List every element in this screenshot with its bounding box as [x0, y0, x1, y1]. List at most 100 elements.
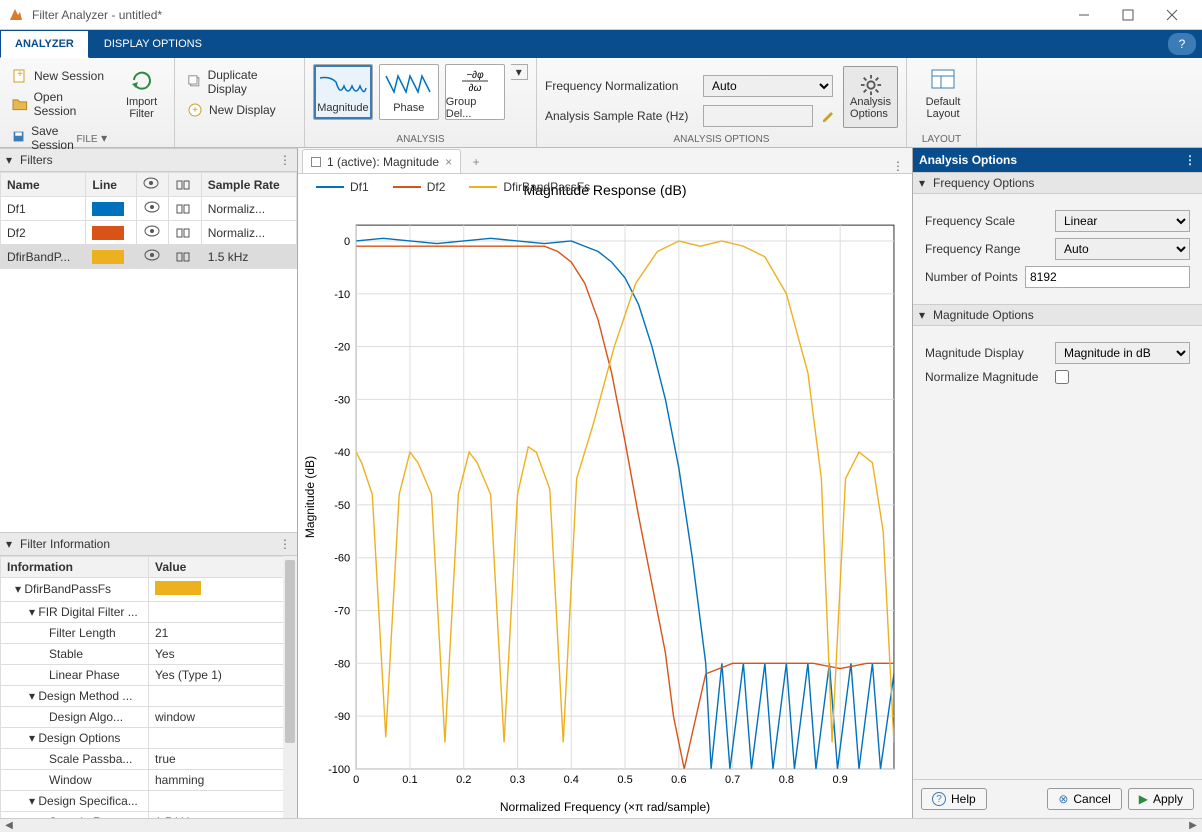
- new-display-button[interactable]: +New Display: [183, 100, 296, 120]
- svg-text:0.2: 0.2: [456, 774, 471, 786]
- npoints-input[interactable]: [1025, 266, 1190, 288]
- info-row[interactable]: ▾ DfirBandPassFs: [1, 577, 297, 601]
- analysis-magnitude-button[interactable]: Magnitude: [313, 64, 373, 120]
- freq-scale-select[interactable]: Linear: [1055, 210, 1190, 232]
- info-row[interactable]: Scale Passba...true: [1, 748, 297, 769]
- filter-row[interactable]: Df1 Normaliz...: [1, 197, 297, 221]
- legend-item: Df1: [316, 180, 369, 194]
- plot-area[interactable]: Df1Df2DfirBandPassFs Magnitude Response …: [298, 174, 912, 818]
- col-value[interactable]: Value: [149, 556, 297, 577]
- svg-text:0.5: 0.5: [617, 774, 632, 786]
- import-icon: [128, 66, 156, 94]
- filter-color-swatch[interactable]: [86, 221, 136, 245]
- document-tabs-menu[interactable]: ⋮: [884, 159, 912, 173]
- analysis-gallery-dropdown[interactable]: ▾: [511, 64, 528, 80]
- info-row[interactable]: Linear PhaseYes (Type 1): [1, 664, 297, 685]
- normalize-checkbox[interactable]: [1055, 370, 1069, 384]
- freq-normalization-select[interactable]: Auto: [703, 75, 833, 97]
- info-row[interactable]: ▾ Design Specifica...: [1, 790, 297, 811]
- document-tab[interactable]: 1 (active): Magnitude ×: [302, 149, 461, 173]
- ribbon: +New Session Open Session Save Session▾ …: [0, 58, 1202, 148]
- document-tab-label: 1 (active): Magnitude: [327, 155, 439, 169]
- info-row[interactable]: ▾ FIR Digital Filter ...: [1, 601, 297, 622]
- info-row[interactable]: Filter Length21: [1, 622, 297, 643]
- scroll-right-icon[interactable]: ▶: [1186, 820, 1200, 832]
- col-samplerate[interactable]: Sample Rate: [201, 173, 296, 197]
- close-button[interactable]: [1150, 1, 1194, 29]
- filter-color-swatch[interactable]: [86, 245, 136, 269]
- apply-button[interactable]: ▶Apply: [1128, 788, 1194, 810]
- filter-visibility-toggle[interactable]: [136, 221, 168, 245]
- svg-text:-70: -70: [334, 606, 350, 618]
- filters-table: Name Line Sample Rate Df1 Normaliz...Df2…: [0, 172, 297, 269]
- filters-panel-menu[interactable]: ⋮: [279, 153, 291, 167]
- info-row[interactable]: Sample Rate1.5 kHz: [1, 811, 297, 818]
- tab-display-options[interactable]: DISPLAY OPTIONS: [89, 30, 217, 58]
- filter-overlay-toggle[interactable]: [169, 221, 201, 245]
- col-line[interactable]: Line: [86, 173, 136, 197]
- filter-info-table: Information Value ▾ DfirBandPassFs▾ FIR …: [0, 556, 297, 819]
- info-scrollbar[interactable]: [283, 556, 297, 819]
- info-row[interactable]: Design Algo...window: [1, 706, 297, 727]
- info-value: hamming: [149, 769, 297, 790]
- window-title: Filter Analyzer - untitled*: [32, 8, 1062, 22]
- analysis-options-button[interactable]: Analysis Options: [843, 66, 898, 128]
- frequency-options-header[interactable]: ▾Frequency Options: [913, 172, 1202, 194]
- filter-row[interactable]: DfirBandP... 1.5 kHz: [1, 245, 297, 269]
- phase-label: Phase: [393, 102, 424, 114]
- mag-display-select[interactable]: Magnitude in dB: [1055, 342, 1190, 364]
- svg-text:0.3: 0.3: [510, 774, 525, 786]
- help-button[interactable]: ?Help: [921, 788, 987, 810]
- add-tab-button[interactable]: +: [465, 151, 487, 173]
- tab-close-button[interactable]: ×: [445, 155, 452, 169]
- freq-range-select[interactable]: Auto: [1055, 238, 1190, 260]
- filter-visibility-toggle[interactable]: [136, 245, 168, 269]
- info-row[interactable]: StableYes: [1, 643, 297, 664]
- display-thumb-icon: [311, 157, 321, 167]
- new-session-button[interactable]: +New Session: [8, 66, 111, 86]
- open-session-button[interactable]: Open Session: [8, 88, 111, 120]
- info-key: Filter Length: [1, 622, 149, 643]
- col-info[interactable]: Information: [1, 556, 149, 577]
- info-row[interactable]: ▾ Design Method ...: [1, 685, 297, 706]
- filter-overlay-toggle[interactable]: [169, 245, 201, 269]
- filter-info-title: Filter Information: [20, 537, 110, 551]
- import-filter-button[interactable]: Import Filter: [117, 62, 166, 124]
- analysis-options-menu[interactable]: ⋮: [1184, 153, 1196, 167]
- help-bubble-button[interactable]: ?: [1168, 33, 1196, 55]
- analysis-options-header: Analysis Options ⋮: [913, 148, 1202, 172]
- document-tabstrip: 1 (active): Magnitude × + ⋮: [298, 148, 912, 174]
- info-row[interactable]: ▾ Design Options: [1, 727, 297, 748]
- default-layout-button[interactable]: Default Layout: [915, 62, 971, 124]
- svg-text:0.7: 0.7: [725, 774, 740, 786]
- filter-visibility-toggle[interactable]: [136, 197, 168, 221]
- tab-analyzer[interactable]: ANALYZER: [0, 30, 89, 58]
- filter-row[interactable]: Df2 Normaliz...: [1, 221, 297, 245]
- edit-icon[interactable]: [821, 108, 837, 124]
- col-view[interactable]: [136, 173, 168, 197]
- bottom-scrollbar[interactable]: ◀ ▶: [0, 818, 1202, 832]
- svg-text:0.9: 0.9: [833, 774, 848, 786]
- filter-samplerate: 1.5 kHz: [201, 245, 296, 269]
- cancel-button[interactable]: ⊗Cancel: [1047, 788, 1121, 810]
- info-key: Linear Phase: [1, 664, 149, 685]
- sample-rate-label: Analysis Sample Rate (Hz): [545, 109, 695, 123]
- filter-overlay-toggle[interactable]: [169, 197, 201, 221]
- app-logo-icon: [8, 7, 24, 23]
- filter-color-swatch[interactable]: [86, 197, 136, 221]
- magnitude-options-header[interactable]: ▾Magnitude Options: [913, 304, 1202, 326]
- freq-norm-label: Frequency Normalization: [545, 79, 695, 93]
- info-row[interactable]: Windowhamming: [1, 769, 297, 790]
- maximize-button[interactable]: [1106, 1, 1150, 29]
- svg-text:0.4: 0.4: [564, 774, 579, 786]
- filter-info-header[interactable]: ▾ Filter Information ⋮: [0, 532, 297, 556]
- analysis-group-delay-button[interactable]: −∂φ∂ω Group Del...: [445, 64, 505, 120]
- duplicate-display-button[interactable]: Duplicate Display: [183, 66, 296, 98]
- info-value: Yes (Type 1): [149, 664, 297, 685]
- col-overlay[interactable]: [169, 173, 201, 197]
- analysis-phase-button[interactable]: Phase: [379, 64, 439, 120]
- minimize-button[interactable]: [1062, 1, 1106, 29]
- col-name[interactable]: Name: [1, 173, 86, 197]
- scroll-left-icon[interactable]: ◀: [2, 820, 16, 832]
- filter-info-menu[interactable]: ⋮: [279, 537, 291, 551]
